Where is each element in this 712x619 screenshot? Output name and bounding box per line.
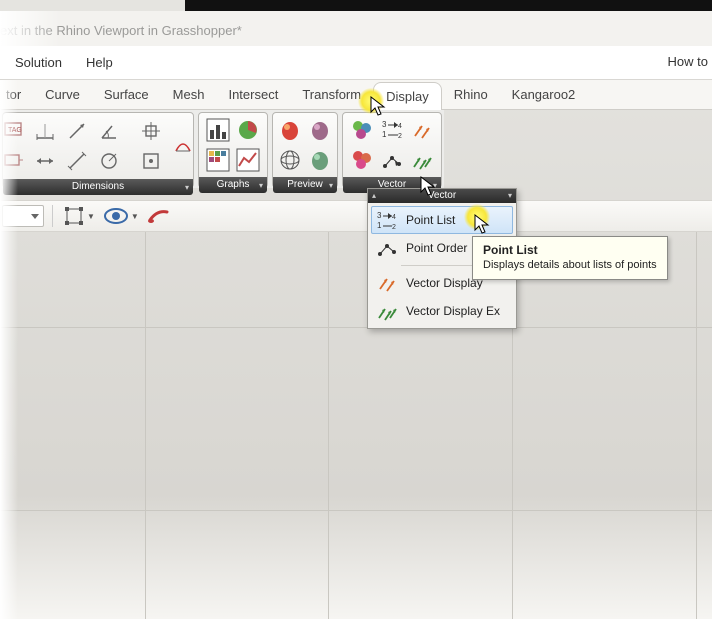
dim-angle-icon[interactable]: [95, 117, 123, 145]
dim-radius-icon[interactable]: [95, 147, 123, 175]
graph-bar-icon[interactable]: [204, 116, 232, 144]
point-order-icon: [376, 237, 398, 259]
dropdown-item-vector-display-ex[interactable]: Vector Display Ex: [371, 297, 513, 325]
svg-text:2: 2: [392, 224, 396, 231]
preview-egg-icon[interactable]: [276, 116, 304, 144]
dim-arc-icon[interactable]: [169, 132, 197, 160]
svg-text:4: 4: [392, 214, 396, 221]
dropdown-item-label: Vector Display Ex: [406, 304, 500, 318]
vector-display-ex-icon: [376, 300, 398, 322]
chevron-down-icon: ▼: [131, 212, 139, 221]
tab-transform[interactable]: Transform: [290, 81, 373, 108]
visibility-button[interactable]: ▼: [101, 204, 141, 228]
point-order-icon[interactable]: [378, 146, 406, 174]
svg-text:2: 2: [398, 133, 402, 140]
tab-rhino[interactable]: Rhino: [442, 81, 500, 108]
window-title-bar: ext in the Rhino Viewport in Grasshopper…: [0, 11, 712, 46]
menu-bar: Solution Help How to: [0, 46, 712, 80]
tab-intersect[interactable]: Intersect: [216, 81, 290, 108]
dropdown-item-label: Point List: [406, 213, 455, 227]
vector-display-icon[interactable]: [408, 116, 436, 144]
svg-text:3: 3: [377, 211, 382, 220]
brush-icon: [147, 206, 171, 226]
menu-help[interactable]: Help: [86, 55, 113, 70]
tab-surface[interactable]: Surface: [92, 81, 161, 108]
graph-grid-icon[interactable]: [204, 146, 232, 174]
menu-solution[interactable]: Solution: [15, 55, 62, 70]
canvas[interactable]: [0, 232, 712, 619]
vector-blobs-red-icon[interactable]: [348, 146, 376, 174]
preview-shade2-icon[interactable]: [306, 146, 334, 174]
svg-text:4: 4: [398, 123, 402, 130]
panel-dimensions: TAG Dimensions: [2, 112, 194, 188]
canvas-toolbar: ▼ ▼: [0, 200, 712, 232]
preview-wire-icon[interactable]: [276, 146, 304, 174]
tooltip-title: Point List: [483, 243, 657, 257]
preview-shade-icon[interactable]: [306, 116, 334, 144]
tooltip-body: Displays details about lists of points: [483, 259, 657, 271]
point-list-icon[interactable]: 31 4 2: [378, 116, 406, 144]
tab-display[interactable]: Display: [373, 82, 442, 110]
svg-text:3: 3: [382, 120, 387, 129]
menu-howto[interactable]: How to: [668, 54, 708, 69]
sketch-button[interactable]: [145, 204, 173, 228]
dim-aligned-icon[interactable]: [63, 147, 91, 175]
separator: [52, 205, 53, 227]
tab-kangaroo2[interactable]: Kangaroo2: [500, 81, 588, 108]
panel-preview: Preview: [272, 112, 338, 188]
panel-vector: 3142 Vector: [342, 112, 442, 188]
dropdown-item-label: Point Order: [406, 241, 467, 255]
dim-diag-icon[interactable]: [63, 117, 91, 145]
ribbon: TAG Dimensions: [0, 110, 444, 188]
graph-line-icon[interactable]: [234, 146, 262, 174]
graph-pie-icon[interactable]: [234, 116, 262, 144]
svg-text:1: 1: [382, 130, 387, 139]
eye-icon: [103, 207, 129, 225]
left-fade-overlay: [0, 80, 18, 619]
panel-preview-label[interactable]: Preview: [273, 177, 337, 193]
panel-graphs: Graphs: [198, 112, 268, 188]
dim-linear2-icon[interactable]: [31, 147, 59, 175]
dim-crosshair-icon[interactable]: [137, 117, 165, 145]
panel-graphs-label[interactable]: Graphs: [199, 177, 267, 193]
svg-text:1: 1: [377, 221, 382, 230]
vector-blobs-icon[interactable]: [348, 116, 376, 144]
ribbon-tab-bar: tor Curve Surface Mesh Intersect Transfo…: [0, 80, 712, 110]
tooltip: Point List Displays details about lists …: [472, 236, 668, 280]
point-list-icon: 31 4 2: [376, 209, 398, 231]
dim-linear-icon[interactable]: [31, 117, 59, 145]
dim-marker-icon[interactable]: [137, 147, 165, 175]
chevron-down-icon: ▼: [87, 212, 95, 221]
dropdown-header[interactable]: Vector: [368, 189, 516, 203]
panel-dimensions-label[interactable]: Dimensions: [3, 179, 193, 195]
fade-overlay: [0, 11, 60, 46]
dropdown-item-point-list[interactable]: 31 4 2 Point List: [371, 206, 513, 234]
vector-display-ex-icon[interactable]: [408, 146, 436, 174]
named-views-button[interactable]: ▼: [61, 204, 97, 228]
tab-curve[interactable]: Curve: [33, 81, 92, 108]
vector-display-icon: [376, 272, 398, 294]
grid-handles-icon: [63, 205, 85, 227]
tab-mesh[interactable]: Mesh: [161, 81, 217, 108]
dark-header-strip: [185, 0, 712, 11]
